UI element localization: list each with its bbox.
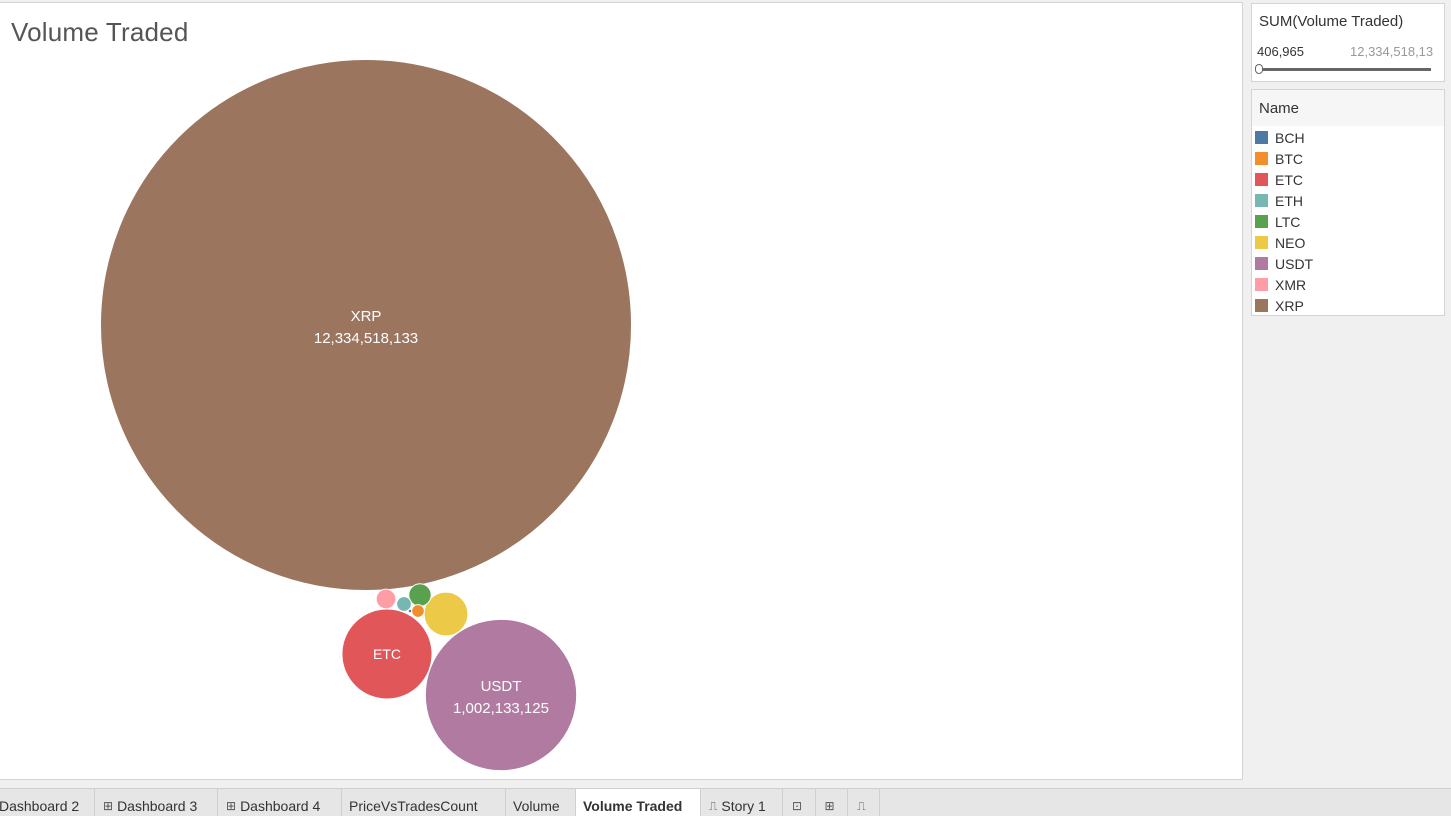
bubble-value-label: 1,002,133,125 bbox=[453, 700, 549, 717]
legend-swatch bbox=[1255, 215, 1268, 228]
tab-volume[interactable]: Volume bbox=[506, 789, 576, 816]
tab-pricevstradescount[interactable]: PriceVsTradesCount bbox=[342, 789, 506, 816]
legend-item-xrp[interactable]: XRP bbox=[1255, 295, 1313, 316]
tab-dashboard-2[interactable]: Dashboard 2 bbox=[0, 789, 95, 816]
tab-dashboard-3[interactable]: ⊞ Dashboard 3 bbox=[95, 789, 218, 816]
legend-swatch bbox=[1255, 131, 1268, 144]
tab-label: Volume Traded bbox=[583, 798, 683, 814]
bubble-ltc[interactable] bbox=[408, 583, 432, 607]
new-dashboard-icon-glyph: ⊞ bbox=[824, 799, 835, 813]
bubble-name-label: USDT bbox=[481, 678, 522, 695]
size-legend: SUM(Volume Traded) 406,965 12,334,518,13 bbox=[1251, 3, 1445, 82]
legend-item-usdt[interactable]: USDT bbox=[1255, 253, 1313, 274]
tab-label: Dashboard 3 bbox=[117, 798, 198, 814]
tab-volume-traded[interactable]: Volume Traded bbox=[576, 789, 701, 816]
tableau-workspace: Volume Traded XRP 12,334,518,133 USDT 1,002… bbox=[0, 0, 1451, 816]
legend-item-bch[interactable]: BCH bbox=[1255, 127, 1313, 148]
new-worksheet-icon[interactable]: ⊡ bbox=[783, 789, 816, 816]
legend-item-xmr[interactable]: XMR bbox=[1255, 274, 1313, 295]
bubble-mark-btc[interactable] bbox=[411, 604, 425, 618]
new-dashboard-icon[interactable]: ⊞ bbox=[816, 789, 848, 816]
color-legend-header: Name bbox=[1252, 90, 1444, 126]
legend-item-ltc[interactable]: LTC bbox=[1255, 211, 1313, 232]
dashboard-icon: ⊞ bbox=[103, 799, 114, 813]
bubble-xrp[interactable]: XRP 12,334,518,133 bbox=[100, 59, 632, 591]
legend-swatch bbox=[1255, 194, 1268, 207]
bubble-name-label: ETC bbox=[373, 646, 401, 662]
bubble-mark-xrp[interactable] bbox=[100, 59, 632, 591]
legend-label: LTC bbox=[1275, 213, 1301, 230]
legend-label: NEO bbox=[1275, 234, 1306, 251]
size-legend-title: SUM(Volume Traded) bbox=[1259, 13, 1404, 30]
legend-swatch bbox=[1255, 299, 1268, 312]
tab-label: Story 1 bbox=[721, 798, 766, 814]
legend-label: USDT bbox=[1275, 255, 1314, 272]
legend-label: ETC bbox=[1275, 171, 1303, 188]
tab-label: Volume bbox=[513, 798, 560, 814]
size-legend-max: 12,334,518,13 bbox=[1350, 44, 1434, 59]
color-legend-title: Name bbox=[1259, 100, 1300, 117]
legend-item-neo[interactable]: NEO bbox=[1255, 232, 1313, 253]
tab-story-1[interactable]: ⎍ Story 1 bbox=[701, 789, 783, 816]
tab-label: Dashboard 2 bbox=[0, 798, 80, 814]
bubble-value-label: 12,334,518,133 bbox=[314, 330, 418, 347]
legend-label: XMR bbox=[1275, 276, 1307, 293]
bubble-chart: XRP 12,334,518,133 USDT 1,002,133,125 ETC bbox=[100, 59, 632, 772]
legend-swatch bbox=[1255, 278, 1268, 291]
legend-swatch bbox=[1255, 257, 1268, 270]
bubble-eth[interactable] bbox=[396, 596, 412, 612]
legend-swatch bbox=[1255, 173, 1268, 186]
size-legend-track bbox=[1259, 68, 1431, 71]
legend-label: ETH bbox=[1275, 192, 1303, 209]
bubble-mark-usdt[interactable] bbox=[424, 618, 578, 772]
bubble-etc[interactable]: ETC bbox=[341, 608, 433, 700]
size-legend-min: 406,965 bbox=[1257, 44, 1304, 59]
dashboard-icon: ⊞ bbox=[226, 799, 237, 813]
bubble-bch[interactable] bbox=[408, 609, 412, 613]
new-worksheet-icon-glyph: ⊡ bbox=[791, 799, 803, 813]
tab-dashboard-4[interactable]: ⊞ Dashboard 4 bbox=[218, 789, 342, 816]
bubble-xmr[interactable] bbox=[375, 588, 397, 610]
legend-item-btc[interactable]: BTC bbox=[1255, 148, 1313, 169]
color-legend: Name BCH BTC ETC ETH LTC NEO USDT XMR XRP bbox=[1251, 89, 1445, 316]
bubble-btc[interactable] bbox=[411, 604, 425, 618]
story-icon: ⎍ bbox=[709, 798, 718, 813]
new-story-icon[interactable]: ⎍ bbox=[848, 789, 880, 816]
bubble-mark-bch[interactable] bbox=[408, 609, 412, 613]
new-story-icon-glyph: ⎍ bbox=[857, 798, 866, 813]
legend-swatch bbox=[1255, 152, 1268, 165]
bubble-mark-ltc[interactable] bbox=[408, 583, 432, 607]
legend-item-eth[interactable]: ETH bbox=[1255, 190, 1313, 211]
tab-label: Dashboard 4 bbox=[240, 798, 321, 814]
bubble-mark-xmr[interactable] bbox=[375, 588, 397, 610]
legend-label: BTC bbox=[1275, 150, 1303, 167]
sheet-tab-strip: Dashboard 2 ⊞ Dashboard 3 ⊞ Dashboard 4 Price… bbox=[0, 788, 1451, 816]
tab-label: PriceVsTradesCount bbox=[349, 798, 478, 814]
bubble-mark-eth[interactable] bbox=[396, 596, 412, 612]
color-legend-list: BCH BTC ETC ETH LTC NEO USDT XMR XRP bbox=[1255, 127, 1313, 316]
legend-label: BCH bbox=[1275, 129, 1305, 146]
legend-item-etc[interactable]: ETC bbox=[1255, 169, 1313, 190]
legend-swatch bbox=[1255, 236, 1268, 249]
size-legend-handle[interactable] bbox=[1255, 64, 1263, 74]
worksheet-view: Volume Traded XRP 12,334,518,133 USDT 1,002… bbox=[0, 2, 1243, 780]
bubble-name-label: XRP bbox=[351, 308, 382, 325]
bubble-usdt[interactable]: USDT 1,002,133,125 bbox=[424, 618, 578, 772]
legend-label: XRP bbox=[1275, 297, 1304, 314]
